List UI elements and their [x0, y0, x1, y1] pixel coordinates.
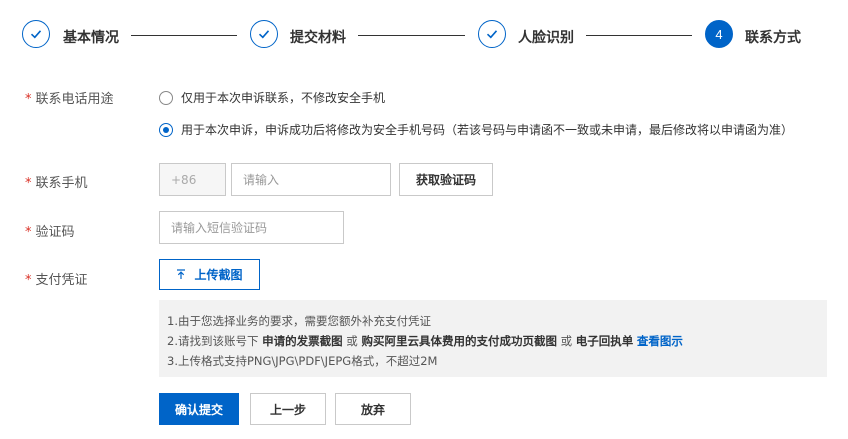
- code-label: * 验证码: [25, 225, 75, 240]
- step-2-label: 提交材料: [290, 30, 346, 46]
- get-code-button[interactable]: 获取验证码: [399, 163, 493, 196]
- upload-notice: 1.由于您选择业务的要求，需要您额外补充支付凭证 2.请找到该账号下 申请的发票…: [159, 300, 827, 377]
- step-connector-1: [131, 35, 237, 36]
- purpose-label: * 联系电话用途: [25, 92, 114, 107]
- proof-label: * 支付凭证: [25, 273, 88, 288]
- radio-label: 仅用于本次申诉联系，不修改安全手机: [181, 91, 386, 105]
- upload-button-label: 上传截图: [194, 268, 243, 282]
- sms-code-input[interactable]: 请输入短信验证码: [159, 211, 344, 244]
- step-4-label: 联系方式: [745, 30, 801, 46]
- view-example-link[interactable]: 查看图示: [637, 334, 683, 348]
- upload-screenshot-button[interactable]: 上传截图: [159, 259, 260, 290]
- step-1-label: 基本情况: [63, 30, 119, 46]
- notice-line-1: 1.由于您选择业务的要求，需要您额外补充支付凭证: [167, 314, 431, 328]
- step-3-label: 人脸识别: [518, 30, 574, 46]
- phone-label: * 联系手机: [25, 176, 88, 191]
- notice-line-3: 3.上传格式支持PNG\JPG\PDF\JEPG格式，不超过2M: [167, 354, 438, 368]
- step-connector-2: [358, 35, 465, 36]
- step-2-check-icon: [250, 20, 278, 48]
- purpose-option-update-phone[interactable]: 用于本次申诉，申诉成功后将修改为安全手机号码（若该号码与申请函不一致或未申请，最…: [159, 121, 793, 138]
- submit-button[interactable]: 确认提交: [159, 393, 239, 425]
- radio-button-checked[interactable]: [159, 122, 173, 137]
- notice-line-2: 2.请找到该账号下 申请的发票截图 或 购买阿里云具体费用的支付成功页截图 或 …: [167, 334, 683, 348]
- step-1-check-icon: [22, 20, 50, 48]
- previous-step-button[interactable]: 上一步: [250, 393, 326, 425]
- purpose-option-contact-only[interactable]: 仅用于本次申诉联系，不修改安全手机: [159, 89, 385, 106]
- radio-label: 用于本次申诉，申诉成功后将修改为安全手机号码（若该号码与申请函不一致或未申请，最…: [181, 123, 794, 137]
- country-code-prefix: +86: [159, 163, 226, 196]
- radio-button[interactable]: [159, 90, 173, 105]
- step-3-check-icon: [478, 20, 506, 48]
- phone-input[interactable]: 请输入: [231, 163, 391, 196]
- step-connector-3: [586, 35, 692, 36]
- step-4-number: 4: [705, 20, 733, 48]
- abandon-button[interactable]: 放弃: [335, 393, 411, 425]
- step-indicator: 基本情况 提交材料 人脸识别 4 联系方式: [0, 0, 848, 70]
- upload-icon: [176, 269, 186, 280]
